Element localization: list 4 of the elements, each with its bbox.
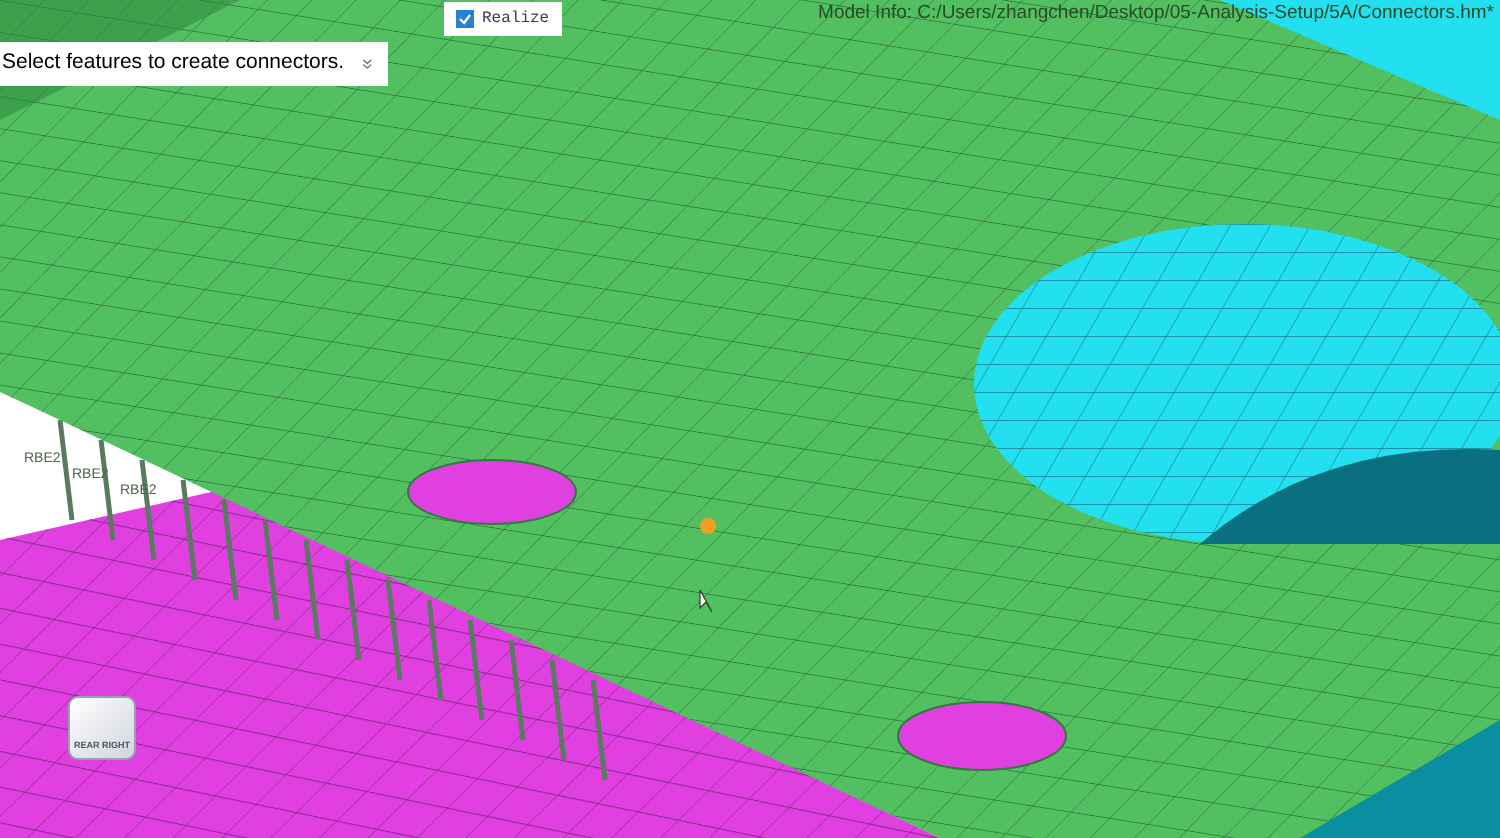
realize-checkbox[interactable]: Realize bbox=[444, 2, 562, 36]
hint-text: Select features to create connectors. bbox=[2, 48, 345, 79]
expand-button[interactable]: » bbox=[355, 58, 376, 70]
checkbox-icon[interactable] bbox=[456, 10, 474, 28]
